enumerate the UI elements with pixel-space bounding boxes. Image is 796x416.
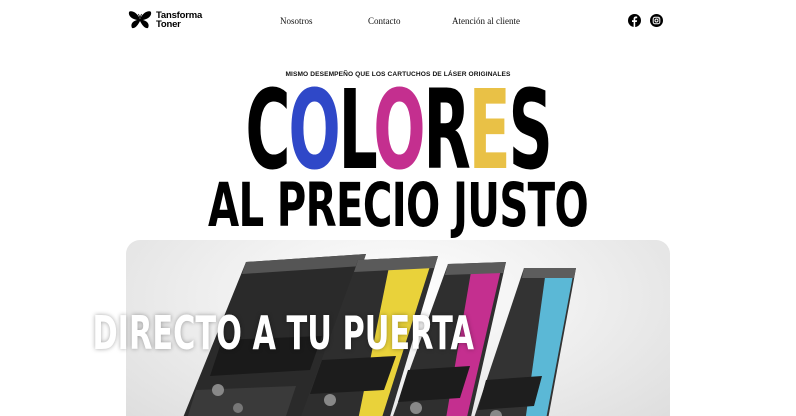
site-header: Tansforma Toner Nosotros Contacto Atenci… bbox=[0, 0, 796, 42]
instagram-icon[interactable] bbox=[650, 14, 663, 27]
hero-headline: COLORES bbox=[175, 75, 621, 185]
brand-name: Tansforma Toner bbox=[156, 11, 202, 30]
hero-subheadline: AL PRECIO JUSTO bbox=[207, 170, 589, 241]
hero-image-caption: DIRECTO A TU PUERTA bbox=[92, 306, 474, 360]
nav-link-atencion-al-cliente[interactable]: Atención al cliente bbox=[452, 16, 520, 26]
brand-logo[interactable]: Tansforma Toner bbox=[128, 10, 202, 30]
nav-link-nosotros[interactable]: Nosotros bbox=[280, 16, 313, 26]
facebook-icon[interactable] bbox=[628, 14, 641, 27]
nav-link-contacto[interactable]: Contacto bbox=[368, 16, 401, 26]
butterfly-logo-icon bbox=[128, 11, 152, 29]
brand-name-line2: Toner bbox=[156, 19, 181, 30]
